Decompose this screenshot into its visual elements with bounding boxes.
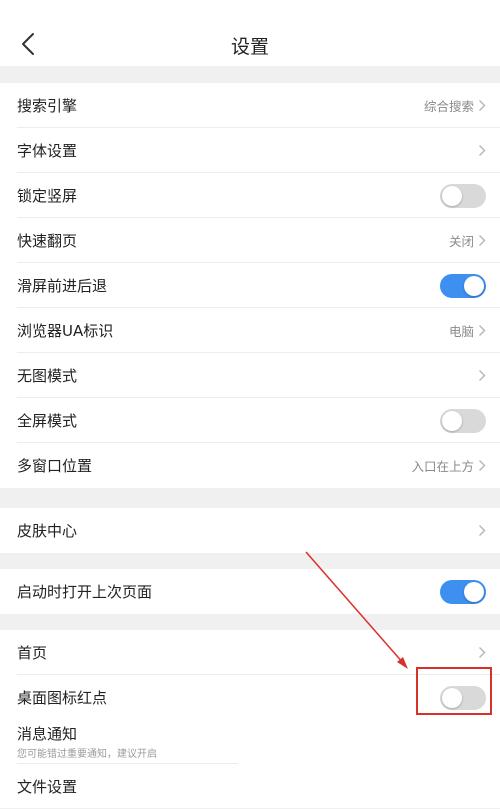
row-label: 消息通知 (17, 724, 78, 743)
setting-desktop-icon-badge: 桌面图标红点 (0, 675, 500, 720)
row-label: 全屏模式 (17, 412, 78, 430)
row-label: 多窗口位置 (17, 457, 93, 475)
setting-no-image[interactable]: 无图模式 (0, 353, 500, 398)
toggle-knob (442, 687, 462, 708)
setting-font[interactable]: 字体设置 (0, 128, 500, 173)
toggle-knob (464, 275, 484, 296)
desktop-icon-badge-toggle[interactable] (440, 685, 486, 710)
chevron-right-icon (479, 325, 486, 336)
settings-group-startup: 启动时打开上次页面 (0, 569, 500, 614)
row-label: 文件设置 (17, 778, 78, 796)
chevron-right-icon (479, 525, 486, 536)
row-label: 快速翻页 (17, 232, 78, 250)
chevron-right-icon (479, 370, 486, 381)
setting-swipe-nav: 滑屏前进后退 (0, 263, 500, 308)
row-label: 浏览器UA标识 (17, 322, 114, 340)
chevron-right-icon (479, 647, 486, 658)
row-label: 字体设置 (17, 142, 78, 160)
row-value: 入口在上方 (411, 459, 474, 474)
settings-group-home: 首页 桌面图标红点 消息通知 您可能错过重要通知，建议开启 文件设置 (0, 630, 500, 808)
toggle-knob (442, 185, 462, 206)
setting-skin-center[interactable]: 皮肤中心 (0, 508, 500, 553)
row-value: 综合搜索 (423, 99, 474, 114)
row-label: 首页 (17, 644, 48, 662)
chevron-right-icon (479, 235, 486, 246)
toggle-knob (442, 410, 462, 431)
setting-search-engine[interactable]: 搜索引擎 综合搜索 (0, 83, 500, 128)
lock-portrait-toggle[interactable] (440, 183, 486, 208)
row-label: 启动时打开上次页面 (17, 583, 153, 601)
row-label: 滑屏前进后退 (17, 277, 108, 295)
setting-quick-page[interactable]: 快速翻页 关闭 (0, 218, 500, 263)
row-label: 桌面图标红点 (17, 689, 108, 707)
setting-message-notification[interactable]: 消息通知 您可能错过重要通知，建议开启 (0, 720, 500, 764)
page-title: 设置 (230, 36, 269, 58)
setting-ua[interactable]: 浏览器UA标识 电脑 (0, 308, 500, 353)
toggle-knob (464, 581, 484, 602)
row-value: 关闭 (448, 234, 474, 249)
swipe-nav-toggle[interactable] (440, 273, 486, 298)
setting-home[interactable]: 首页 (0, 630, 500, 675)
setting-lock-portrait: 锁定竖屏 (0, 173, 500, 218)
row-label: 锁定竖屏 (17, 187, 78, 205)
chevron-right-icon (479, 100, 486, 111)
setting-restore-last-page: 启动时打开上次页面 (0, 569, 500, 614)
setting-multi-window[interactable]: 多窗口位置 入口在上方 (0, 443, 500, 488)
row-sublabel: 您可能错过重要通知，建议开启 (17, 748, 157, 760)
setting-fullscreen: 全屏模式 (0, 398, 500, 443)
row-label: 无图模式 (17, 367, 78, 385)
fullscreen-toggle[interactable] (440, 408, 486, 433)
settings-group-skin: 皮肤中心 (0, 508, 500, 553)
chevron-right-icon (479, 145, 486, 156)
row-label: 皮肤中心 (17, 522, 78, 540)
restore-last-page-toggle[interactable] (440, 579, 486, 604)
chevron-right-icon (479, 460, 486, 471)
setting-file[interactable]: 文件设置 (0, 764, 500, 809)
row-value: 电脑 (448, 324, 474, 339)
row-label: 搜索引擎 (17, 97, 78, 115)
header: 设置 (0, 0, 500, 66)
settings-group-general: 搜索引擎 综合搜索 字体设置 锁定竖屏 快速翻页 关闭 滑屏前进后退 浏览器UA… (0, 83, 500, 488)
